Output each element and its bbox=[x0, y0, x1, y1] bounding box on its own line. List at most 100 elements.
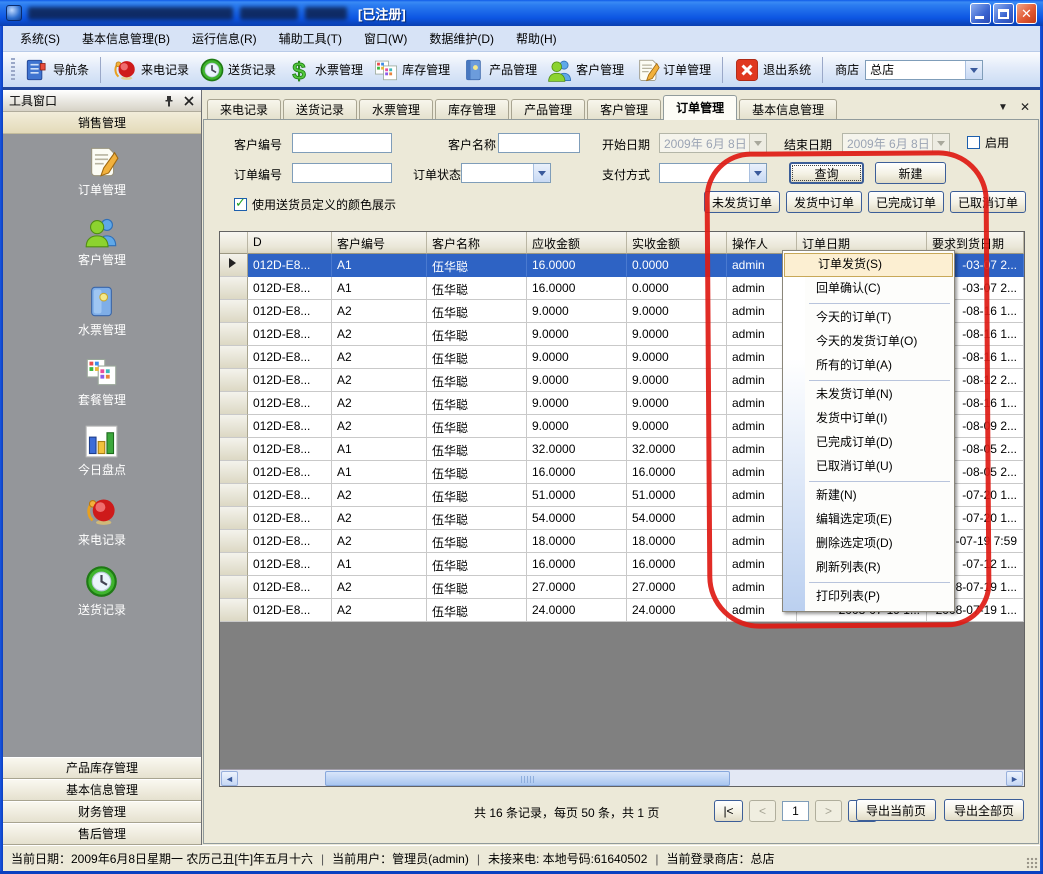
close-button[interactable]: ✕ bbox=[1016, 3, 1037, 24]
sidebar-item-来电记录[interactable]: 来电记录 bbox=[78, 494, 126, 548]
menubar-item[interactable]: 帮助(H) bbox=[505, 26, 568, 51]
customer-no-input[interactable] bbox=[292, 133, 392, 153]
menubar-item[interactable]: 窗口(W) bbox=[353, 26, 418, 51]
enable-checkbox[interactable] bbox=[967, 136, 980, 149]
close-panel-icon[interactable] bbox=[183, 95, 195, 107]
new-button[interactable]: 新建 bbox=[875, 162, 946, 184]
row-selector-cell[interactable] bbox=[220, 484, 248, 507]
maximize-button[interactable] bbox=[993, 3, 1014, 24]
end-date-picker[interactable]: 2009年 6月 8日 bbox=[842, 133, 950, 153]
status-filter-已完成订单[interactable]: 已完成订单 bbox=[868, 191, 944, 213]
color-option-checkbox[interactable]: ✓ bbox=[234, 198, 247, 211]
context-menu-item-订单发货(S)[interactable]: 订单发货(S) bbox=[784, 253, 953, 277]
resize-grip[interactable] bbox=[1026, 857, 1038, 869]
scrollbar-thumb[interactable] bbox=[325, 771, 730, 786]
order-status-select[interactable] bbox=[461, 163, 551, 183]
prev-page-button[interactable]: < bbox=[749, 800, 776, 822]
grid-column-header[interactable] bbox=[220, 232, 248, 254]
tab-list-dropdown-icon[interactable]: ▼ bbox=[998, 102, 1008, 113]
toolbar-button-8[interactable]: 订单管理 bbox=[629, 55, 716, 85]
context-menu-item-发货中订单(I)[interactable]: 发货中订单(I) bbox=[783, 407, 954, 431]
row-selector-cell[interactable] bbox=[220, 346, 248, 369]
context-menu-item-编辑选定项(E)[interactable]: 编辑选定项(E) bbox=[783, 508, 954, 532]
row-selector-cell[interactable] bbox=[220, 438, 248, 461]
status-filter-已取消订单[interactable]: 已取消订单 bbox=[950, 191, 1026, 213]
row-selector-cell[interactable] bbox=[220, 392, 248, 415]
toolbar-button-7[interactable]: 客户管理 bbox=[542, 55, 629, 85]
start-date-picker[interactable]: 2009年 6月 8日 bbox=[659, 133, 767, 153]
first-page-button[interactable]: |< bbox=[714, 800, 743, 822]
toolbar-button-3[interactable]: 送货记录 bbox=[194, 55, 281, 85]
row-selector-cell[interactable] bbox=[220, 507, 248, 530]
context-menu-item-打印列表(P)[interactable]: 打印列表(P) bbox=[783, 585, 954, 609]
row-selector-cell[interactable] bbox=[220, 300, 248, 323]
sidebar-section-售后管理[interactable]: 售后管理 bbox=[3, 823, 201, 845]
row-selector-cell[interactable] bbox=[220, 323, 248, 346]
horizontal-scrollbar[interactable]: ◄ ► bbox=[220, 769, 1024, 786]
tab-订单管理[interactable]: 订单管理 bbox=[663, 95, 737, 120]
order-no-input[interactable] bbox=[292, 163, 392, 183]
context-menu-item-今天的订单(T)[interactable]: 今天的订单(T) bbox=[783, 306, 954, 330]
menubar-item[interactable]: 数据维护(D) bbox=[418, 26, 505, 51]
export-current-button[interactable]: 导出当前页 bbox=[856, 799, 936, 821]
tab-来电记录[interactable]: 来电记录 bbox=[207, 99, 281, 120]
scroll-right-icon[interactable]: ► bbox=[1006, 771, 1023, 786]
sidebar-section-财务管理[interactable]: 财务管理 bbox=[3, 801, 201, 823]
row-selector-cell[interactable] bbox=[220, 415, 248, 438]
grid-column-header[interactable]: 应收金额 bbox=[527, 232, 627, 254]
tab-基本信息管理[interactable]: 基本信息管理 bbox=[739, 99, 837, 120]
row-selector-cell[interactable] bbox=[220, 530, 248, 553]
row-selector-cell[interactable] bbox=[220, 553, 248, 576]
minimize-button[interactable] bbox=[970, 3, 991, 24]
sidebar-item-客户管理[interactable]: 客户管理 bbox=[78, 214, 126, 268]
sidebar-section-基本信息管理[interactable]: 基本信息管理 bbox=[3, 779, 201, 801]
toolbar-button-1[interactable]: 导航条 bbox=[19, 55, 94, 85]
menubar-item[interactable]: 运行信息(R) bbox=[181, 26, 268, 51]
toolbar-button-2[interactable]: 来电记录 bbox=[107, 55, 194, 85]
sidebar-item-送货记录[interactable]: 送货记录 bbox=[78, 564, 126, 618]
customer-name-input[interactable] bbox=[498, 133, 580, 153]
menubar-item[interactable]: 辅助工具(T) bbox=[268, 26, 353, 51]
tab-水票管理[interactable]: 水票管理 bbox=[359, 99, 433, 120]
scroll-left-icon[interactable]: ◄ bbox=[221, 771, 238, 786]
row-selector-cell[interactable] bbox=[220, 369, 248, 392]
context-menu-item-刷新列表(R)[interactable]: 刷新列表(R) bbox=[783, 556, 954, 580]
status-filter-未发货订单[interactable]: 未发货订单 bbox=[704, 191, 780, 213]
tab-close-icon[interactable]: ✕ bbox=[1020, 100, 1030, 114]
next-page-button[interactable]: > bbox=[815, 800, 842, 822]
query-button[interactable]: 查询 bbox=[789, 162, 864, 184]
tab-产品管理[interactable]: 产品管理 bbox=[511, 99, 585, 120]
pay-method-select[interactable] bbox=[659, 163, 767, 183]
tab-库存管理[interactable]: 库存管理 bbox=[435, 99, 509, 120]
context-menu-item-已取消订单(U)[interactable]: 已取消订单(U) bbox=[783, 455, 954, 479]
row-selector-cell[interactable] bbox=[220, 254, 248, 277]
row-selector-cell[interactable] bbox=[220, 461, 248, 484]
row-selector-cell[interactable] bbox=[220, 599, 248, 622]
pin-icon[interactable] bbox=[163, 95, 175, 107]
toolbar-button-6[interactable]: 产品管理 bbox=[455, 55, 542, 85]
context-menu-item-删除选定项(D)[interactable]: 删除选定项(D) bbox=[783, 532, 954, 556]
grid-column-header[interactable]: 实收金额 bbox=[627, 232, 727, 254]
grid-column-header[interactable]: 客户名称 bbox=[427, 232, 527, 254]
toolbar-button-5[interactable]: 库存管理 bbox=[368, 55, 455, 85]
tab-送货记录[interactable]: 送货记录 bbox=[283, 99, 357, 120]
context-menu-item-所有的订单(A)[interactable]: 所有的订单(A) bbox=[783, 354, 954, 378]
sidebar-item-套餐管理[interactable]: 套餐管理 bbox=[78, 354, 126, 408]
sidebar-section-产品库存管理[interactable]: 产品库存管理 bbox=[3, 757, 201, 779]
context-menu-item-回单确认(C)[interactable]: 回单确认(C) bbox=[783, 277, 954, 301]
row-selector-cell[interactable] bbox=[220, 576, 248, 599]
status-filter-发货中订单[interactable]: 发货中订单 bbox=[786, 191, 862, 213]
tab-客户管理[interactable]: 客户管理 bbox=[587, 99, 661, 120]
menubar-item[interactable]: 系统(S) bbox=[9, 26, 71, 51]
toolbar-button-9[interactable]: 退出系统 bbox=[729, 55, 816, 85]
export-all-button[interactable]: 导出全部页 bbox=[944, 799, 1024, 821]
sidebar-item-今日盘点[interactable]: 今日盘点 bbox=[78, 424, 126, 478]
toolbar-button-4[interactable]: $水票管理 bbox=[281, 55, 368, 85]
grid-column-header[interactable]: D bbox=[248, 232, 332, 254]
menubar-item[interactable]: 基本信息管理(B) bbox=[71, 26, 181, 51]
context-menu-item-未发货订单(N)[interactable]: 未发货订单(N) bbox=[783, 383, 954, 407]
row-selector-cell[interactable] bbox=[220, 277, 248, 300]
context-menu-item-今天的发货订单(O)[interactable]: 今天的发货订单(O) bbox=[783, 330, 954, 354]
sidebar-section-header[interactable]: 销售管理 bbox=[3, 112, 201, 134]
sidebar-item-水票管理[interactable]: 水票管理 bbox=[78, 284, 126, 338]
